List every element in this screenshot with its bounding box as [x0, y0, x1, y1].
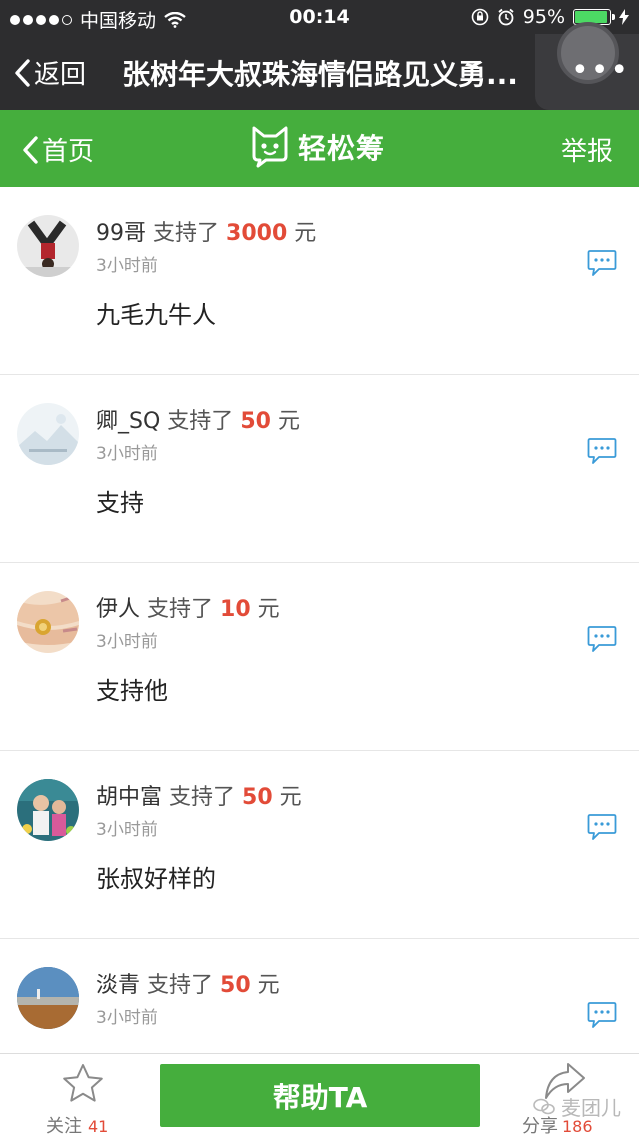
avatar[interactable]: [17, 591, 79, 653]
follow-label-group: 关注 41: [46, 1112, 108, 1136]
wechat-watermark: 麦团儿: [533, 1092, 621, 1121]
chevron-left-icon: [15, 58, 30, 87]
comment-icon[interactable]: [587, 249, 617, 277]
back-label: 返回: [34, 60, 87, 90]
support-line: 淡青 支持了 50 元: [96, 967, 280, 999]
support-line: 伊人 支持了 10 元: [96, 591, 280, 623]
support-verb: 支持了: [153, 221, 220, 246]
support-line: 99哥 支持了 3000 元: [96, 215, 316, 247]
support-verb: 支持了: [167, 409, 234, 434]
star-icon: [63, 1064, 103, 1102]
bottom-action-bar: 关注 41 帮助TA 分享 186 麦团儿: [0, 1053, 639, 1136]
rotation-lock-icon: [471, 8, 489, 26]
site-header: 首页 轻松筹 举报: [0, 110, 639, 187]
supporter-name[interactable]: 胡中富: [96, 785, 162, 810]
page-title: 张树年大叔珠海情侣路见义勇...: [122, 58, 518, 91]
support-verb: 支持了: [147, 973, 214, 998]
brand-logo: 轻松筹: [250, 126, 385, 168]
brand-name: 轻松筹: [298, 132, 386, 165]
support-message: 支持他: [96, 677, 168, 705]
charging-bolt-icon: [619, 9, 629, 25]
support-message: 九毛九牛人: [96, 301, 216, 329]
support-line: 卿_SQ 支持了 50 元: [96, 403, 300, 435]
status-right: 95%: [471, 6, 629, 28]
watermark-text: 麦团儿: [561, 1096, 621, 1120]
support-amount: 50: [240, 409, 271, 434]
supporter-feed: 99哥 支持了 3000 元 3小时前 九毛九牛人 卿_SQ 支持了 50 元: [0, 187, 639, 1053]
support-message: 张叔好样的: [96, 865, 216, 893]
comment-icon[interactable]: [587, 1001, 617, 1029]
supporter-name[interactable]: 卿_SQ: [96, 409, 160, 434]
support-amount: 50: [242, 785, 273, 810]
more-dots-icon: •••: [571, 53, 631, 88]
alarm-icon: [498, 8, 514, 26]
support-amount: 50: [220, 973, 251, 998]
support-verb: 支持了: [169, 785, 236, 810]
timestamp: 3小时前: [96, 444, 158, 464]
battery-percent: 95%: [522, 6, 565, 28]
support-amount: 3000: [226, 221, 288, 246]
help-button[interactable]: 帮助TA: [160, 1064, 480, 1127]
list-item: 淡青 支持了 50 元 3小时前: [0, 939, 639, 1053]
timestamp: 3小时前: [96, 1008, 158, 1028]
currency-unit: 元: [277, 409, 300, 434]
supporter-name[interactable]: 伊人: [96, 597, 140, 622]
list-item: 卿_SQ 支持了 50 元 3小时前 支持: [0, 375, 639, 563]
timestamp: 3小时前: [96, 256, 158, 276]
support-message: 支持: [96, 489, 144, 517]
avatar[interactable]: [17, 779, 79, 841]
back-button[interactable]: 返回: [14, 54, 86, 91]
support-amount: 10: [220, 597, 251, 622]
comment-icon[interactable]: [587, 437, 617, 465]
follow-button[interactable]: 关注 41: [46, 1062, 118, 1136]
currency-unit: 元: [257, 597, 280, 622]
list-item: 胡中富 支持了 50 元 3小时前 张叔好样的: [0, 751, 639, 939]
support-verb: 支持了: [147, 597, 214, 622]
timestamp: 3小时前: [96, 820, 158, 840]
timestamp: 3小时前: [96, 632, 158, 652]
supporter-name[interactable]: 淡青: [96, 973, 140, 998]
support-line: 胡中富 支持了 50 元: [96, 779, 302, 811]
wechat-nav-bar: 返回 张树年大叔珠海情侣路见义勇... •••: [0, 22, 639, 110]
cat-face-icon: [252, 126, 288, 168]
chevron-left-icon: [23, 135, 38, 164]
currency-unit: 元: [257, 973, 280, 998]
supporter-name[interactable]: 99哥: [96, 221, 146, 246]
avatar[interactable]: [17, 403, 79, 465]
avatar[interactable]: [17, 967, 79, 1029]
currency-unit: 元: [279, 785, 302, 810]
currency-unit: 元: [294, 221, 317, 246]
avatar[interactable]: [17, 215, 79, 277]
comment-icon[interactable]: [587, 625, 617, 653]
more-menu-button[interactable]: •••: [535, 22, 639, 110]
comment-icon[interactable]: [587, 813, 617, 841]
home-link[interactable]: 首页: [22, 131, 94, 168]
status-bar: 中国移动 00:14 95%: [0, 0, 639, 34]
wechat-logo-icon: [533, 1098, 555, 1114]
list-item: 伊人 支持了 10 元 3小时前 支持他: [0, 563, 639, 751]
follow-label: 关注: [46, 1116, 82, 1136]
list-item: 99哥 支持了 3000 元 3小时前 九毛九牛人: [0, 187, 639, 375]
home-label: 首页: [42, 137, 95, 167]
follow-count: 41: [88, 1117, 109, 1136]
report-link[interactable]: 举报: [561, 131, 613, 168]
